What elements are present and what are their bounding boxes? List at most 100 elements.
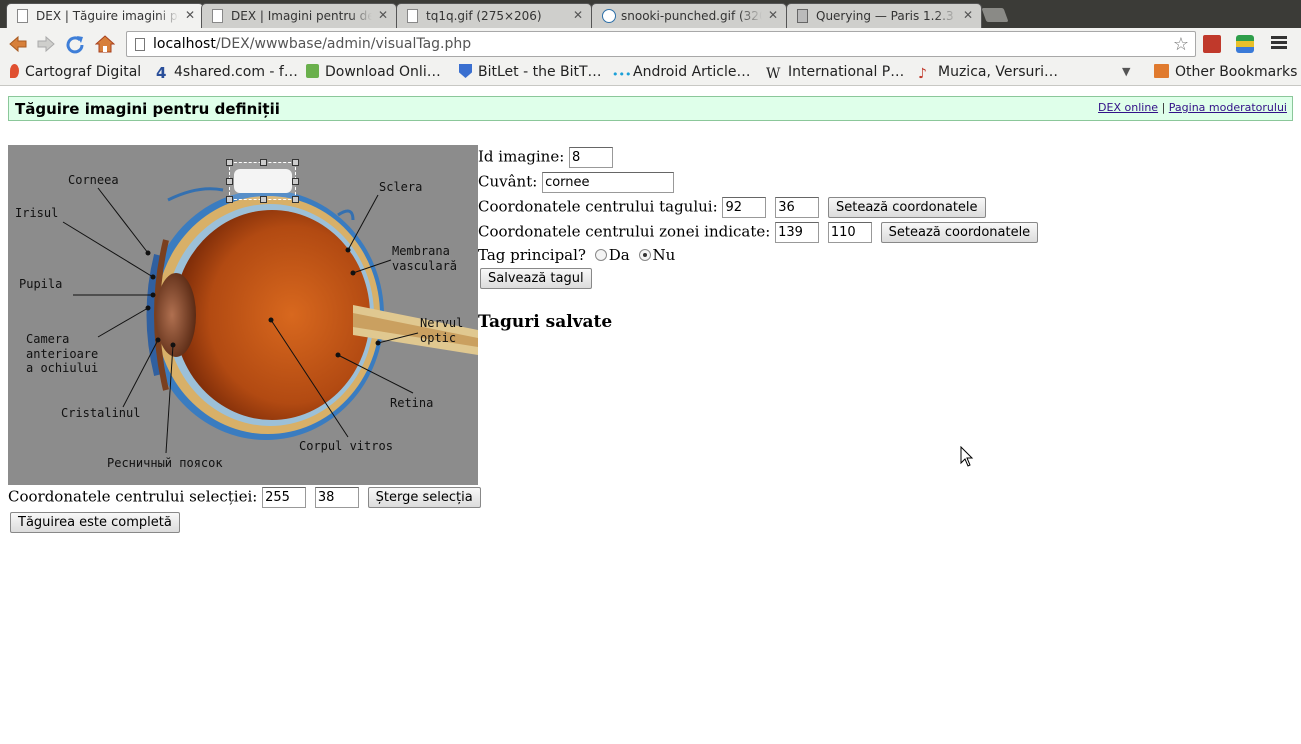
tab-snooki[interactable]: snooki-punched.gif (320× ✕: [591, 3, 787, 28]
main-tag-row: Tag principal? Da Nu: [478, 246, 675, 264]
word-row: Cuvânt:: [478, 172, 675, 193]
complete-row: Tăguirea este completă: [8, 512, 180, 533]
zone-center-row: Coordonatele centrului zonei indicate: S…: [478, 222, 1039, 243]
save-tag-button[interactable]: Salvează tagul: [480, 268, 592, 289]
bookmark-item[interactable]: W International P…: [766, 64, 904, 82]
browser-toolbar: localhost/DEX/wwwbase/admin/visualTag.ph…: [0, 28, 1301, 60]
tab-title: tq1q.gif (275×206): [426, 9, 567, 23]
label-camera: anterioare: [26, 347, 99, 361]
page-icon: [135, 38, 145, 51]
new-tab-button[interactable]: [981, 8, 1009, 22]
bookmark-item[interactable]: Cartograf Digital: [10, 64, 141, 80]
tab-imagini[interactable]: DEX | Imagini pentru definiții ✕: [201, 3, 397, 28]
set-zone-coords-button[interactable]: Setează coordonatele: [880, 222, 1039, 243]
page-header: Tăguire imagini pentru definiții DEX onl…: [8, 96, 1293, 121]
save-row: Salvează tagul: [478, 268, 592, 289]
set-tag-coords-button[interactable]: Setează coordonatele: [828, 197, 986, 218]
close-icon[interactable]: ✕: [185, 8, 195, 22]
label-membrana: vasculară: [392, 259, 458, 273]
zone-center-y-input[interactable]: [827, 222, 872, 243]
main-tag-no-radio[interactable]: [638, 249, 651, 261]
label-camera: a ochiului: [26, 361, 99, 375]
dex-online-link[interactable]: DEX online: [1098, 101, 1158, 114]
moderator-page-link[interactable]: Pagina moderatorului: [1169, 101, 1287, 114]
tab-gif[interactable]: tq1q.gif (275×206) ✕: [396, 3, 592, 28]
resize-handle[interactable]: [292, 196, 299, 203]
resize-handle[interactable]: [226, 159, 233, 166]
close-icon[interactable]: ✕: [573, 8, 583, 22]
mouse-cursor-icon: [960, 445, 974, 472]
close-icon[interactable]: ✕: [378, 8, 388, 22]
home-icon[interactable]: [94, 34, 116, 54]
label-ciliary-body: Ресничный поясок: [107, 456, 223, 470]
page-icon: [407, 9, 418, 23]
eye-diagram-image[interactable]: Corneea Irisul Pupila Camera anterioare …: [8, 145, 478, 485]
bookmark-item[interactable]: ••• Android Article…: [612, 64, 751, 82]
saved-tags-heading: Taguri salvate: [478, 312, 613, 332]
close-icon[interactable]: ✕: [963, 8, 973, 22]
tag-center-y-input[interactable]: [775, 197, 820, 218]
tab-title: snooki-punched.gif (320×: [621, 9, 762, 23]
image-id-label: Id imagine:: [478, 147, 565, 166]
resize-handle[interactable]: [226, 196, 233, 203]
resize-handle[interactable]: [292, 178, 299, 185]
wordpress-icon: [602, 9, 616, 23]
reload-icon[interactable]: [65, 34, 85, 54]
word-input[interactable]: [542, 172, 675, 193]
selection-box[interactable]: [226, 159, 299, 203]
dots-icon: •••: [612, 68, 632, 81]
selection-highlight: [234, 169, 292, 193]
map-pin-icon: [10, 64, 19, 78]
extension-icon[interactable]: [1236, 35, 1254, 53]
label-sclera: Sclera: [379, 180, 423, 194]
option-no-label: Nu: [652, 246, 676, 264]
resize-handle[interactable]: [292, 159, 299, 166]
bookmark-item[interactable]: 4 4shared.com - f…: [156, 64, 298, 82]
close-icon[interactable]: ✕: [768, 8, 778, 22]
selection-x-input[interactable]: [262, 487, 307, 508]
tab-strip: DEX | Tăguire imagini pentru definiții ✕…: [0, 0, 1301, 28]
selection-coords-row: Coordonatele centrului selecției: Șterge…: [8, 487, 481, 508]
tagging-complete-button[interactable]: Tăguirea este completă: [10, 512, 180, 533]
bookmark-item[interactable]: ♪ Muzica, Versuri…: [918, 64, 1058, 82]
zone-center-x-input[interactable]: [775, 222, 820, 243]
zone-center-label: Coordonatele centrului zonei indicate:: [478, 222, 771, 241]
tab-visual-tag[interactable]: DEX | Tăguire imagini pentru definiții ✕: [6, 3, 204, 28]
browser-chrome: DEX | Tăguire imagini pentru definiții ✕…: [0, 0, 1301, 86]
star-icon[interactable]: ☆: [1173, 34, 1189, 55]
tab-querying[interactable]: Querying — Paris 1.2.3 documentation ✕: [786, 3, 982, 28]
other-bookmarks[interactable]: Other Bookmarks: [1154, 64, 1297, 80]
bookmark-item[interactable]: Download Onli…: [306, 64, 441, 80]
back-icon[interactable]: [8, 34, 28, 54]
label-retina: Retina: [390, 396, 434, 410]
bookmark-item[interactable]: BitLet - the BitT…: [459, 64, 602, 80]
label-cristalinul: Cristalinul: [61, 406, 141, 420]
image-id-input[interactable]: [569, 147, 614, 168]
forward-icon[interactable]: [36, 34, 56, 54]
resize-handle[interactable]: [260, 196, 267, 203]
extension-icon[interactable]: [1203, 35, 1221, 53]
resize-handle[interactable]: [226, 178, 233, 185]
selection-y-input[interactable]: [314, 487, 359, 508]
menu-icon[interactable]: [1271, 36, 1287, 50]
main-tag-yes-radio[interactable]: [594, 249, 607, 261]
tab-title: DEX | Imagini pentru definiții: [231, 9, 372, 23]
label-camera: Camera: [26, 332, 70, 346]
label-nervul: optic: [420, 331, 457, 345]
4shared-icon: 4: [156, 64, 167, 82]
download-icon: [306, 64, 319, 78]
image-id-row: Id imagine:: [478, 147, 614, 168]
main-tag-label: Tag principal?: [478, 246, 586, 264]
tag-center-x-input[interactable]: [722, 197, 767, 218]
tab-title: Querying — Paris 1.2.3 documentation: [816, 9, 957, 23]
doc-icon: [797, 9, 808, 23]
resize-handle[interactable]: [260, 159, 267, 166]
folder-icon: [1154, 64, 1169, 78]
address-bar[interactable]: localhost/DEX/wwwbase/admin/visualTag.ph…: [126, 31, 1196, 57]
word-label: Cuvânt:: [478, 172, 538, 191]
label-pupila: Pupila: [19, 277, 63, 291]
music-icon: ♪: [918, 66, 927, 82]
label-nervul: Nervul: [420, 316, 464, 330]
clear-selection-button[interactable]: Șterge selecția: [367, 487, 481, 508]
bookmarks-overflow-icon[interactable]: ▼: [1122, 65, 1130, 78]
